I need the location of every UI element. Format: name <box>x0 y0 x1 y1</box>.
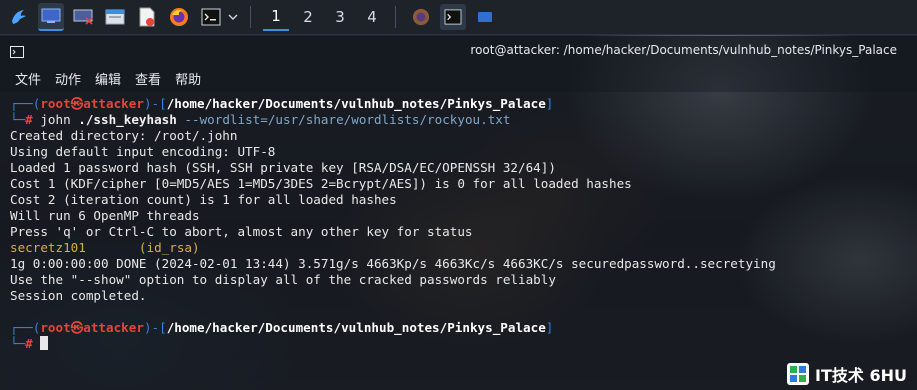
menu-view[interactable]: 查看 <box>135 69 161 88</box>
terminal-window-icon <box>10 43 24 62</box>
prompt-frame: ┌──( <box>10 96 41 111</box>
output-line: Use the "--show" option to display all o… <box>10 272 556 287</box>
terminal-output[interactable]: ┌──(root㉿attacker)-[/home/hacker/Documen… <box>0 92 917 390</box>
prompt-path: /home/hacker/Documents/vulnhub_notes/Pin… <box>166 320 546 335</box>
display-settings-icon[interactable] <box>70 4 96 30</box>
prompt-line: ┌──(root㉿attacker)-[/home/hacker/Documen… <box>10 96 553 112</box>
prompt-frame: ] <box>545 96 554 111</box>
prompt-user: root㉿attacker <box>40 320 144 335</box>
command-line[interactable]: └─# <box>10 336 49 352</box>
cracked-key-label: (id_rsa) <box>85 240 200 255</box>
prompt-frame: )-[ <box>143 320 167 335</box>
output-line: Cost 2 (iteration count) is 1 for all lo… <box>10 192 397 207</box>
command-name: john <box>32 112 79 127</box>
output-line: Press 'q' or Ctrl-C to abort, almost any… <box>10 224 473 239</box>
watermark-logo-icon <box>787 363 810 385</box>
command-line: └─# john ./ssh_keyhash --wordlist=/usr/s… <box>10 112 510 128</box>
file-manager-icon[interactable] <box>102 4 128 30</box>
window-title: root@attacker: /home/hacker/Documents/vu… <box>470 43 897 57</box>
terminal-task-icon[interactable] <box>440 4 466 30</box>
prompt-frame: └─ <box>10 336 26 351</box>
prompt-hash: # <box>25 336 33 351</box>
taskbar-separator <box>250 6 251 28</box>
taskbar: 1 2 3 4 <box>0 0 917 35</box>
watermark: IT技术 6HU <box>787 362 907 386</box>
command-argument: ./ssh_keyhash <box>78 112 177 127</box>
text-cursor <box>40 336 49 350</box>
cracked-line: secretz101 (id_rsa) <box>10 240 200 256</box>
taskbar-separator <box>395 6 396 28</box>
menu-file[interactable]: 文件 <box>15 69 41 88</box>
prompt-user: root㉿attacker <box>40 96 144 111</box>
prompt-line: ┌──(root㉿attacker)-[/home/hacker/Documen… <box>10 320 553 336</box>
menu-edit[interactable]: 编辑 <box>95 69 121 88</box>
terminal-icon[interactable] <box>198 4 224 30</box>
menu-bar: 文件 动作 编辑 查看 帮助 <box>0 64 917 92</box>
command-option: --wordlist=/usr/share/wordlists/rockyou.… <box>176 112 511 127</box>
text-editor-icon[interactable] <box>134 4 160 30</box>
prompt-frame: └─ <box>10 112 26 127</box>
menu-help[interactable]: 帮助 <box>175 69 201 88</box>
window-task-icon[interactable] <box>472 4 498 30</box>
window-titlebar[interactable]: root@attacker: /home/hacker/Documents/vu… <box>0 36 917 64</box>
prompt-frame: )-[ <box>143 96 167 111</box>
output-line: Created directory: /root/.john <box>10 128 238 143</box>
menu-action[interactable]: 动作 <box>55 69 81 88</box>
workspace-4[interactable]: 4 <box>359 4 385 30</box>
output-line: Using default input encoding: UTF-8 <box>10 144 276 159</box>
prompt-frame: ] <box>545 320 554 335</box>
prompt-path: /home/hacker/Documents/vulnhub_notes/Pin… <box>166 96 546 111</box>
output-line: 1g 0:00:00:00 DONE (2024-02-01 13:44) 3.… <box>10 256 776 271</box>
workspace-2[interactable]: 2 <box>295 4 321 30</box>
prompt-frame: ┌──( <box>10 320 41 335</box>
workspace-1[interactable]: 1 <box>263 3 289 31</box>
output-line: Will run 6 OpenMP threads <box>10 208 200 223</box>
show-desktop-icon[interactable] <box>38 3 64 31</box>
kali-dragon-icon[interactable] <box>6 4 32 30</box>
output-line: Loaded 1 password hash (SSH, SSH private… <box>10 160 556 175</box>
output-line: Session completed. <box>10 288 147 303</box>
watermark-text: IT技术 6HU <box>815 366 907 385</box>
prompt-hash: # <box>25 112 33 127</box>
cracked-password: secretz101 <box>10 240 86 255</box>
output-line: Cost 1 (KDF/cipher [0=MD5/AES 1=MD5/3DES… <box>10 176 632 191</box>
firefox-task-icon[interactable] <box>408 4 434 30</box>
firefox-icon[interactable] <box>166 4 192 30</box>
workspace-3[interactable]: 3 <box>327 4 353 30</box>
chevron-down-icon[interactable] <box>226 4 240 30</box>
